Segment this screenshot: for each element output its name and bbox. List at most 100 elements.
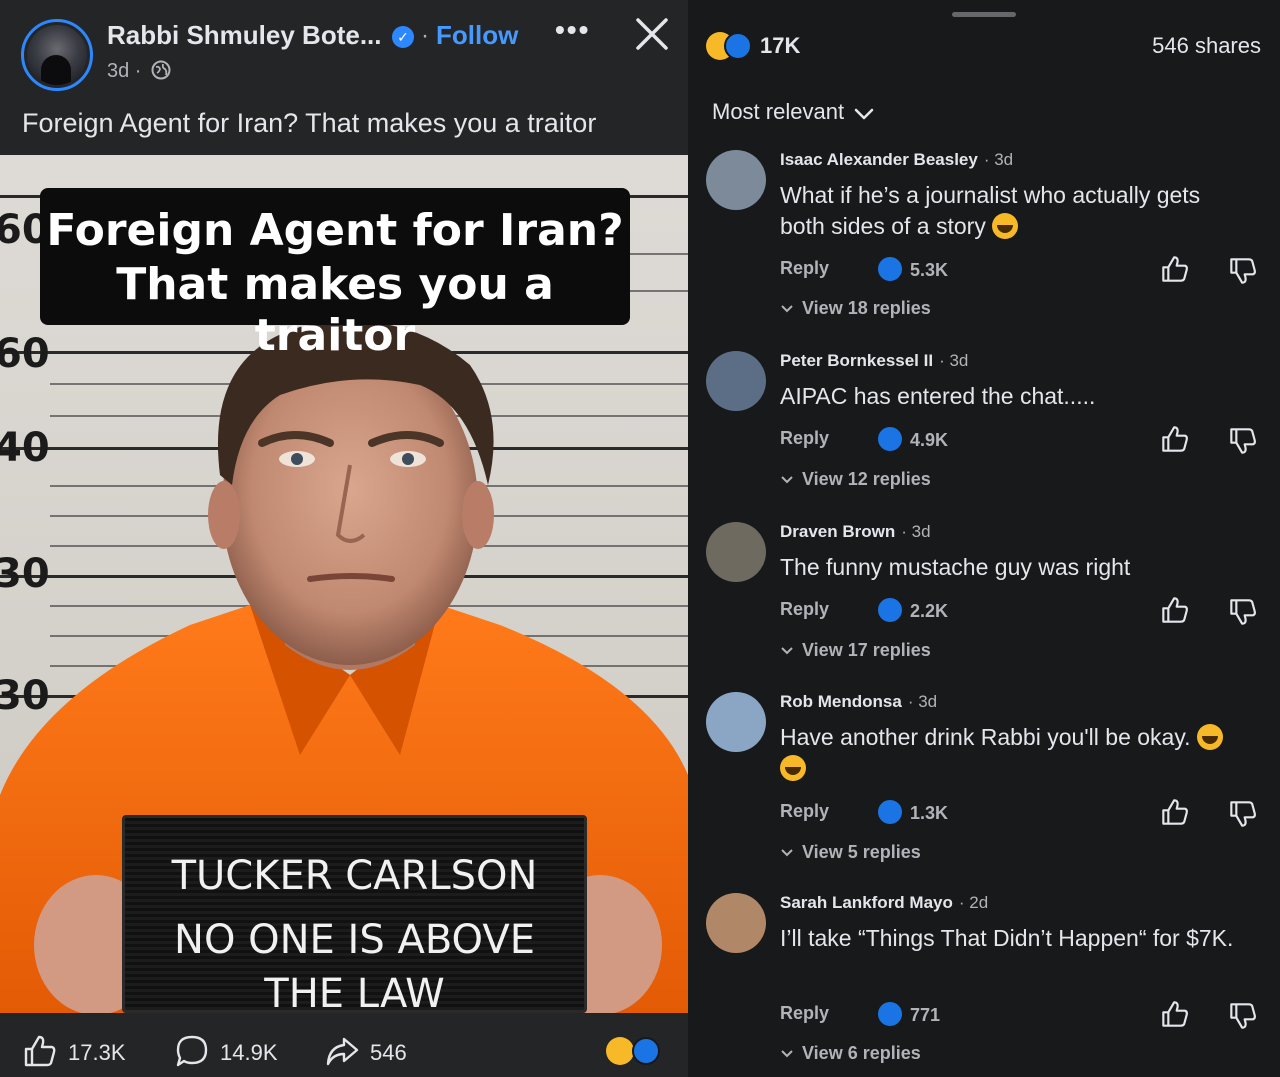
like-badge-icon <box>878 598 902 622</box>
comment-avatar[interactable] <box>706 150 766 210</box>
thumbs-up-icon[interactable] <box>1160 595 1190 625</box>
globe-icon <box>151 60 171 80</box>
comment-author[interactable]: Draven Brown · 3d <box>780 522 931 542</box>
thumbs-down-icon[interactable] <box>1228 597 1258 627</box>
comment-text: AIPAC has entered the chat..... <box>780 383 1096 409</box>
view-replies-link[interactable]: View 18 replies <box>780 298 931 319</box>
reply-button[interactable]: Reply <box>780 428 829 449</box>
comment-avatar[interactable] <box>706 692 766 752</box>
post-time: 3d · <box>107 60 142 82</box>
reply-button[interactable]: Reply <box>780 258 829 279</box>
view-replies-link[interactable]: View 12 replies <box>780 469 931 490</box>
placard-line: NO ONE IS ABOVE <box>174 917 535 963</box>
page-avatar-image <box>27 25 87 85</box>
shares-count[interactable]: 546 shares <box>1152 33 1261 59</box>
thumbs-down-icon[interactable] <box>1228 1001 1258 1031</box>
comment-author[interactable]: Peter Bornkessel II · 3d <box>780 351 968 371</box>
comment-author[interactable]: Rob Mendonsa · 3d <box>780 692 937 712</box>
chevron-down-icon <box>781 476 793 484</box>
comment-like-count[interactable]: 771 <box>910 1005 940 1026</box>
thumbs-up-icon[interactable] <box>1160 254 1190 284</box>
reply-button[interactable]: Reply <box>780 599 829 620</box>
comment-time: · 2d <box>958 893 989 912</box>
sort-dropdown[interactable]: Most relevant <box>712 99 874 125</box>
reaction-total[interactable]: 17K <box>760 33 800 59</box>
author-name[interactable]: Sarah Lankford Mayo <box>780 893 953 912</box>
comment-item: Sarah Lankford Mayo · 2d I’ll take “Thing… <box>688 893 1280 1068</box>
chevron-down-icon <box>854 108 874 120</box>
comment-avatar[interactable] <box>706 522 766 582</box>
chevron-down-icon <box>781 1050 793 1058</box>
page-avatar[interactable] <box>21 19 93 91</box>
view-replies-link[interactable]: View 5 replies <box>780 842 921 863</box>
comment-like-count[interactable]: 1.3K <box>910 803 948 824</box>
comment-item: Isaac Alexander Beasley · 3d What if he’s… <box>688 150 1280 320</box>
thumbs-down-icon[interactable] <box>1228 426 1258 456</box>
comment-body: Have another drink Rabbi you'll be okay. <box>780 724 1191 750</box>
follow-button[interactable]: Follow <box>436 20 518 51</box>
reply-button[interactable]: Reply <box>780 1003 829 1024</box>
comment-time: · 3d <box>901 522 931 541</box>
author-name[interactable]: Peter Bornkessel II <box>780 351 933 370</box>
view-replies-link[interactable]: View 17 replies <box>780 640 931 661</box>
post-image[interactable]: 60 60 40 30 30 TUCKER CARLSON NO ONE IS … <box>0 155 688 1013</box>
comment-time: · 3d <box>939 351 969 370</box>
comment-body: What if he’s a journalist who actually g… <box>780 182 1201 239</box>
like-reaction-icon <box>724 32 752 60</box>
reaction-summary[interactable] <box>606 1037 670 1069</box>
comment-item: Peter Bornkessel II · 3d AIPAC has entere… <box>688 351 1280 491</box>
like-count: 17.3K <box>68 1040 126 1065</box>
comments-sheet: 17K 546 shares Most relevant Isaac Alexa… <box>688 0 1280 1077</box>
view-replies-label: View 6 replies <box>802 1043 921 1063</box>
thumbs-down-icon[interactable] <box>1228 799 1258 829</box>
view-replies-label: View 5 replies <box>802 842 921 862</box>
comment-like-count[interactable]: 4.9K <box>910 430 948 451</box>
overlay-text-line: Foreign Agent for Iran? <box>46 205 624 256</box>
placard-line: TUCKER CARLSON <box>171 853 538 899</box>
comment-author[interactable]: Isaac Alexander Beasley · 3d <box>780 150 1013 170</box>
sheet-drag-handle[interactable] <box>952 12 1016 17</box>
comment-like-count[interactable]: 5.3K <box>910 260 948 281</box>
thumbs-up-icon[interactable] <box>1160 797 1190 827</box>
comment-avatar[interactable] <box>706 351 766 411</box>
haha-reaction-icon <box>606 1037 634 1065</box>
page-name[interactable]: Rabbi Shmuley Bote... <box>107 20 382 51</box>
view-replies-label: View 12 replies <box>802 469 931 489</box>
share-count: 546 <box>370 1040 407 1065</box>
author-name[interactable]: Isaac Alexander Beasley <box>780 150 978 169</box>
view-replies-label: View 18 replies <box>802 298 931 318</box>
comment-count: 14.9K <box>220 1040 278 1065</box>
like-badge-icon <box>878 427 902 451</box>
thumbs-up-icon[interactable] <box>1160 999 1190 1029</box>
comment-item: Draven Brown · 3d The funny mustache guy … <box>688 522 1280 662</box>
post-header: Rabbi Shmuley Bote... ✓ · Follow ••• 3d … <box>0 0 688 100</box>
author-name[interactable]: Draven Brown <box>780 522 895 541</box>
reply-button[interactable]: Reply <box>780 801 829 822</box>
chevron-down-icon <box>781 305 793 313</box>
thumbs-up-icon[interactable] <box>1160 424 1190 454</box>
close-icon[interactable] <box>632 14 672 54</box>
placard-line: THE LAW <box>264 971 445 1013</box>
comment-icon <box>176 1035 208 1067</box>
author-name[interactable]: Rob Mendonsa <box>780 692 902 711</box>
comment-like-count[interactable]: 2.2K <box>910 601 948 622</box>
thumbs-down-icon[interactable] <box>1228 256 1258 286</box>
comment-text: The funny mustache guy was right <box>780 554 1131 580</box>
more-options-button[interactable]: ••• <box>555 14 590 46</box>
comment-text: What if he’s a journalist who actually g… <box>780 180 1250 242</box>
comment-time: · 3d <box>983 150 1014 169</box>
like-badge-icon <box>878 800 902 824</box>
comment-avatar[interactable] <box>706 893 766 953</box>
like-badge-icon <box>878 257 902 281</box>
comment-text: Have another drink Rabbi you'll be okay. <box>780 722 1250 784</box>
comment-author[interactable]: Sarah Lankford Mayo · 2d <box>780 893 988 913</box>
like-reaction-icon <box>632 1037 660 1065</box>
laughing-emoji-icon <box>780 755 806 781</box>
sort-label: Most relevant <box>712 99 845 124</box>
chevron-down-icon <box>781 849 793 857</box>
like-badge-icon <box>878 1002 902 1026</box>
thumbs-up-icon <box>24 1035 56 1067</box>
chevron-down-icon <box>781 647 793 655</box>
comment-text: I’ll take “Things That Didn’t Happen“ fo… <box>780 925 1234 951</box>
view-replies-link[interactable]: View 6 replies <box>780 1043 921 1064</box>
